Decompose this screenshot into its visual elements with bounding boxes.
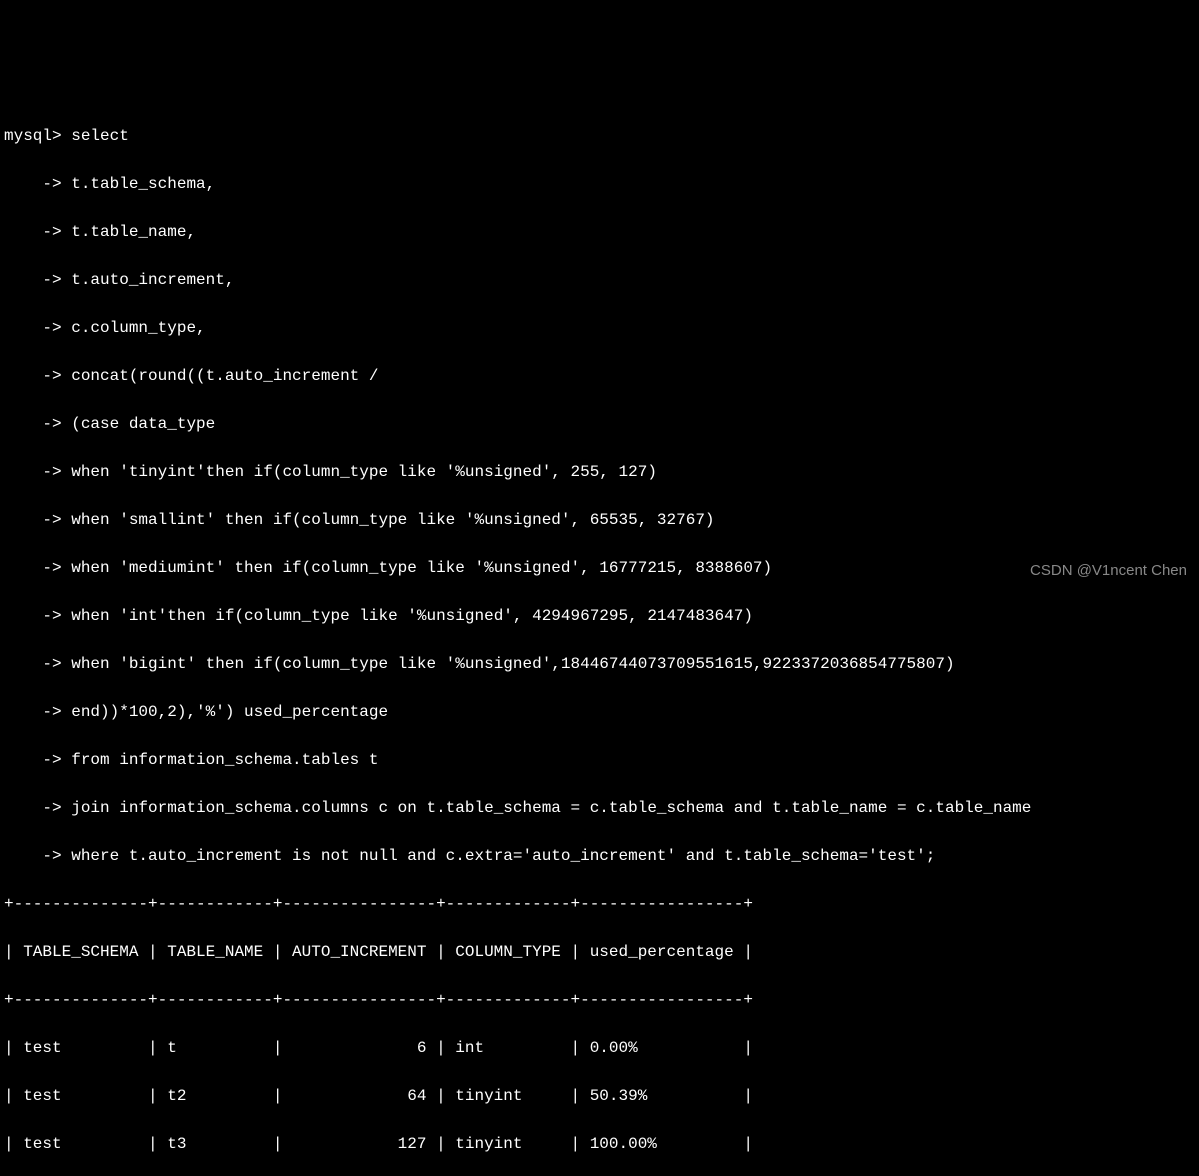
query-line: -> when 'int'then if(column_type like '%…: [4, 604, 1195, 628]
query-text: when 'tinyint'then if(column_type like '…: [71, 463, 657, 481]
continuation-prompt: ->: [4, 463, 71, 481]
continuation-prompt: ->: [4, 415, 71, 433]
continuation-prompt: ->: [4, 703, 71, 721]
terminal-output: mysql> select -> t.table_schema, -> t.ta…: [4, 100, 1195, 1176]
query-text: from information_schema.tables t: [71, 751, 378, 769]
continuation-prompt: ->: [4, 559, 71, 577]
query-line: -> t.auto_increment,: [4, 268, 1195, 292]
query-line: -> c.column_type,: [4, 316, 1195, 340]
continuation-prompt: ->: [4, 511, 71, 529]
query-text: t.auto_increment,: [71, 271, 234, 289]
query-text: t.table_schema,: [71, 175, 215, 193]
query-line: -> t.table_name,: [4, 220, 1195, 244]
query-line: -> t.table_schema,: [4, 172, 1195, 196]
query-line: -> where t.auto_increment is not null an…: [4, 844, 1195, 868]
query-text: join information_schema.columns c on t.t…: [71, 799, 1031, 817]
query-text: t.table_name,: [71, 223, 196, 241]
query-line: -> when 'smallint' then if(column_type l…: [4, 508, 1195, 532]
table-separator: +--------------+------------+-----------…: [4, 892, 1195, 916]
query-line: -> (case data_type: [4, 412, 1195, 436]
continuation-prompt: ->: [4, 319, 71, 337]
query-line: -> from information_schema.tables t: [4, 748, 1195, 772]
table-header: | TABLE_SCHEMA | TABLE_NAME | AUTO_INCRE…: [4, 940, 1195, 964]
table-separator: +--------------+------------+-----------…: [4, 988, 1195, 1012]
query-text: when 'smallint' then if(column_type like…: [71, 511, 714, 529]
continuation-prompt: ->: [4, 607, 71, 625]
query-text: concat(round((t.auto_increment /: [71, 367, 378, 385]
watermark: CSDN @V1ncent Chen: [1030, 560, 1187, 583]
continuation-prompt: ->: [4, 655, 71, 673]
query-text: where t.auto_increment is not null and c…: [71, 847, 935, 865]
table-row: | test | t | 6 | int | 0.00% |: [4, 1036, 1195, 1060]
continuation-prompt: ->: [4, 751, 71, 769]
query-line: -> concat(round((t.auto_increment /: [4, 364, 1195, 388]
continuation-prompt: ->: [4, 223, 71, 241]
query-line: mysql> select: [4, 124, 1195, 148]
mysql-prompt: mysql>: [4, 127, 71, 145]
query-text: when 'mediumint' then if(column_type lik…: [71, 559, 772, 577]
query-line: -> when 'bigint' then if(column_type lik…: [4, 652, 1195, 676]
query-line: -> when 'mediumint' then if(column_type …: [4, 556, 1195, 580]
table-row: | test | t3 | 127 | tinyint | 100.00% |: [4, 1132, 1195, 1156]
query-line: -> when 'tinyint'then if(column_type lik…: [4, 460, 1195, 484]
continuation-prompt: ->: [4, 367, 71, 385]
query-text: end))*100,2),'%') used_percentage: [71, 703, 388, 721]
query-text: c.column_type,: [71, 319, 205, 337]
continuation-prompt: ->: [4, 847, 71, 865]
continuation-prompt: ->: [4, 175, 71, 193]
query-text: select: [71, 127, 129, 145]
query-text: (case data_type: [71, 415, 215, 433]
table-row: | test | t2 | 64 | tinyint | 50.39% |: [4, 1084, 1195, 1108]
query-line: -> join information_schema.columns c on …: [4, 796, 1195, 820]
query-text: when 'int'then if(column_type like '%uns…: [71, 607, 753, 625]
continuation-prompt: ->: [4, 799, 71, 817]
continuation-prompt: ->: [4, 271, 71, 289]
query-text: when 'bigint' then if(column_type like '…: [71, 655, 954, 673]
query-line: -> end))*100,2),'%') used_percentage: [4, 700, 1195, 724]
